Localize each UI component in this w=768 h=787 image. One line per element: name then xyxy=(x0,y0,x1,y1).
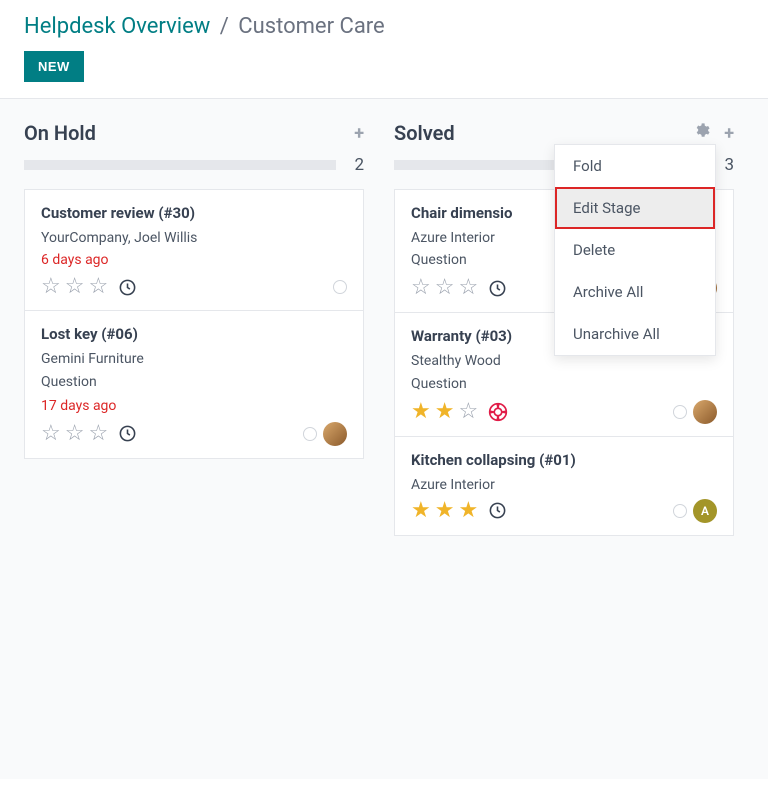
column-count: 2 xyxy=(350,155,364,175)
card-age: 6 days ago xyxy=(41,252,347,268)
star-icon[interactable]: ★ xyxy=(435,401,455,423)
clock-icon[interactable] xyxy=(488,501,507,520)
status-dot[interactable] xyxy=(303,427,317,441)
kanban-board: FoldEdit StageDeleteArchive AllUnarchive… xyxy=(0,99,768,779)
avatar[interactable]: A xyxy=(693,499,717,523)
lifering-icon[interactable] xyxy=(488,402,508,422)
dropdown-item[interactable]: Delete xyxy=(555,229,715,271)
gear-icon[interactable] xyxy=(693,122,710,144)
breadcrumb-separator: / xyxy=(220,14,229,39)
card-footer-right xyxy=(673,400,717,424)
card-priority-row: ☆☆☆ xyxy=(411,277,507,299)
card-tag: Question xyxy=(411,376,717,392)
column-header: Solved + xyxy=(394,121,734,145)
column-progress-row: 2 xyxy=(24,155,364,175)
clock-icon[interactable] xyxy=(488,279,507,298)
card-subtitle: Azure Interior xyxy=(411,475,717,495)
star-icon[interactable]: ★ xyxy=(458,500,478,522)
breadcrumb: Helpdesk Overview / Customer Care xyxy=(24,14,744,39)
star-icon[interactable]: ☆ xyxy=(88,423,108,445)
card-footer-right xyxy=(303,422,347,446)
card-subtitle: YourCompany, Joel Willis xyxy=(41,228,347,248)
column-count: 3 xyxy=(720,155,734,175)
new-button[interactable]: NEW xyxy=(24,51,84,82)
plus-icon[interactable]: + xyxy=(354,123,364,144)
status-dot[interactable] xyxy=(673,504,687,518)
column-actions: + xyxy=(354,123,364,144)
star-icon[interactable]: ☆ xyxy=(65,423,85,445)
progress-bar xyxy=(24,160,336,170)
dropdown-item[interactable]: Fold xyxy=(555,145,715,187)
card-priority-row: ★★☆ xyxy=(411,401,508,423)
dropdown-item[interactable]: Unarchive All xyxy=(555,313,715,355)
card-footer: ☆☆☆ xyxy=(41,422,347,446)
plus-icon[interactable]: + xyxy=(724,123,734,144)
star-icon[interactable]: ☆ xyxy=(435,277,455,299)
star-icon[interactable]: ☆ xyxy=(458,277,478,299)
card-title: Kitchen collapsing (#01) xyxy=(411,451,717,469)
dropdown-item[interactable]: Archive All xyxy=(555,271,715,313)
kanban-column: On Hold +2 Customer review (#30) YourCompan… xyxy=(24,121,364,757)
column-header: On Hold + xyxy=(24,121,364,145)
card-title: Lost key (#06) xyxy=(41,325,347,343)
star-icon[interactable]: ☆ xyxy=(411,277,431,299)
card-priority-row: ☆☆☆ xyxy=(41,423,137,445)
star-icon[interactable]: ☆ xyxy=(65,276,85,298)
card-footer: ★★☆ xyxy=(411,400,717,424)
status-dot[interactable] xyxy=(673,405,687,419)
column-title: Solved xyxy=(394,121,455,145)
star-icon[interactable]: ☆ xyxy=(88,276,108,298)
breadcrumb-current: Customer Care xyxy=(238,14,384,39)
card-footer: ☆☆☆ xyxy=(41,276,347,298)
kanban-card[interactable]: Lost key (#06) Gemini Furniture Question 17… xyxy=(24,310,364,458)
column-actions: + xyxy=(693,122,734,144)
star-icon[interactable]: ★ xyxy=(411,401,431,423)
status-dot[interactable] xyxy=(333,280,347,294)
star-icon[interactable]: ☆ xyxy=(41,423,61,445)
clock-icon[interactable] xyxy=(118,424,137,443)
breadcrumb-parent-link[interactable]: Helpdesk Overview xyxy=(24,14,210,39)
clock-icon[interactable] xyxy=(118,278,137,297)
card-footer-right: A xyxy=(673,499,717,523)
card-priority-row: ★★★ xyxy=(411,500,507,522)
stage-dropdown-menu: FoldEdit StageDeleteArchive AllUnarchive… xyxy=(554,144,716,356)
kanban-card[interactable]: Customer review (#30) YourCompany, Joel W… xyxy=(24,189,364,311)
card-subtitle: Gemini Furniture xyxy=(41,349,347,369)
dropdown-item[interactable]: Edit Stage xyxy=(555,187,715,229)
page-header: Helpdesk Overview / Customer Care NEW xyxy=(0,0,768,99)
star-icon[interactable]: ☆ xyxy=(41,276,61,298)
star-icon[interactable]: ☆ xyxy=(458,401,478,423)
card-age: 17 days ago xyxy=(41,398,347,414)
card-title: Customer review (#30) xyxy=(41,204,347,222)
card-priority-row: ☆☆☆ xyxy=(41,276,137,298)
card-tag: Question xyxy=(41,374,347,390)
star-icon[interactable]: ★ xyxy=(411,500,431,522)
column-title: On Hold xyxy=(24,121,96,145)
card-footer: ★★★A xyxy=(411,499,717,523)
avatar[interactable] xyxy=(693,400,717,424)
kanban-card[interactable]: Kitchen collapsing (#01)Azure Interior★★… xyxy=(394,436,734,536)
card-footer-right xyxy=(333,280,347,294)
star-icon[interactable]: ★ xyxy=(435,500,455,522)
avatar[interactable] xyxy=(323,422,347,446)
